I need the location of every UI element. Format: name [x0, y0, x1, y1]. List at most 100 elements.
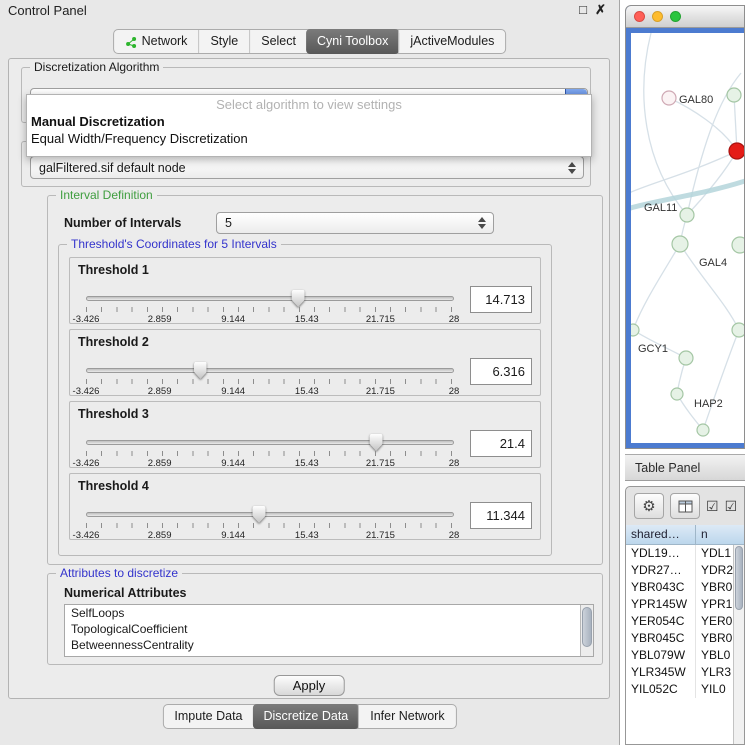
tab-discretize-data[interactable]: Discretize Data — [253, 704, 360, 729]
gear-icon: ⚙ — [642, 497, 655, 515]
slider-thumb[interactable] — [253, 506, 266, 523]
table-row[interactable]: YDR27…YDR2 — [626, 562, 744, 579]
table-data-combo[interactable]: galFiltered.sif default node — [30, 156, 584, 179]
threshold-slider[interactable]: -3.4262.8599.14415.4321.71528 — [80, 360, 460, 396]
table-cell: YDR27… — [626, 562, 696, 579]
slider-thumb[interactable] — [370, 434, 383, 451]
slider-scale-label: 28 — [449, 314, 460, 325]
threshold-value-box[interactable]: 14.713 — [470, 286, 532, 313]
slider-ticks — [86, 379, 454, 384]
node[interactable] — [672, 236, 688, 252]
tab-cyni-toolbox[interactable]: Cyni Toolbox — [306, 29, 399, 54]
group-title: Interval Definition — [56, 188, 157, 202]
slider-track[interactable] — [86, 296, 454, 301]
node[interactable] — [732, 323, 744, 337]
attribute-list-item[interactable]: BetweennessCentrality — [65, 637, 593, 653]
tab-jactivemodules[interactable]: jActiveModules — [398, 30, 505, 53]
threshold-panel: Threshold 1 14.713 -3.4262.8599.14415.43… — [69, 257, 541, 324]
table-row[interactable]: YIL052CYIL0 — [626, 681, 744, 698]
network-view-window: GAL80 GAL11 GAL4 GCY1 HAP2 — [625, 5, 745, 449]
chevron-up-icon — [478, 217, 486, 222]
dropdown-option-equal-width[interactable]: Equal Width/Frequency Discretization — [27, 130, 591, 147]
slider-scale-label: 28 — [449, 386, 460, 397]
node[interactable] — [697, 424, 709, 436]
table-row[interactable]: YPR145WYPR1 — [626, 596, 744, 613]
numerical-attributes-list[interactable]: SelfLoopsTopologicalCoefficientBetweenne… — [64, 604, 594, 657]
dropdown-option-manual[interactable]: Manual Discretization — [27, 113, 591, 130]
network-canvas[interactable]: GAL80 GAL11 GAL4 GCY1 HAP2 — [631, 33, 744, 443]
number-of-intervals-label: Number of Intervals — [64, 216, 181, 230]
combo-stepper — [475, 217, 493, 229]
selected-node[interactable] — [729, 143, 744, 159]
threshold-slider[interactable]: -3.4262.8599.14415.4321.71528 — [80, 504, 460, 540]
table-cell: YBR045C — [626, 630, 696, 647]
select-all-icon[interactable]: ☑ — [706, 498, 719, 515]
slider-scale-label: 21.715 — [366, 530, 395, 541]
table-body: YDL19…YDL1YDR27…YDR2YBR043CYBR0YPR145WYP… — [626, 545, 744, 698]
settings-gear-button[interactable]: ⚙ — [634, 493, 664, 519]
combo-value: galFiltered.sif default node — [39, 161, 186, 175]
threshold-label: Threshold 2 — [78, 335, 149, 349]
table-panel-toolbar: ⚙ ☑ ☑ — [626, 487, 744, 525]
table-row[interactable]: YBL079WYBL0 — [626, 647, 744, 664]
table-row[interactable]: YBR043CYBR0 — [626, 579, 744, 596]
tab-select[interactable]: Select — [249, 30, 307, 53]
attribute-list-item[interactable]: TopologicalCoefficient — [65, 621, 593, 637]
zoom-traffic-light-icon[interactable] — [670, 11, 681, 22]
slider-track[interactable] — [86, 440, 454, 445]
tab-network[interactable]: Network — [114, 30, 199, 53]
number-of-intervals-combo[interactable]: 5 — [216, 212, 494, 234]
threshold-slider[interactable]: -3.4262.8599.14415.4321.71528 — [80, 432, 460, 468]
tab-impute-data[interactable]: Impute Data — [163, 705, 253, 728]
slider-track[interactable] — [86, 512, 454, 517]
apply-button[interactable]: Apply — [274, 675, 345, 696]
table-panel-title: Table Panel — [635, 461, 700, 475]
slider-thumb[interactable] — [194, 362, 207, 379]
column-header-shared-name[interactable]: shared… — [626, 525, 696, 544]
table-row[interactable]: YLR345WYLR3 — [626, 664, 744, 681]
scrollbar-thumb[interactable] — [735, 546, 743, 610]
table-row[interactable]: YER054CYER0 — [626, 613, 744, 630]
node[interactable] — [679, 351, 693, 365]
table-row[interactable]: YDL19…YDL1 — [626, 545, 744, 562]
slider-ticks — [86, 451, 454, 456]
table-row[interactable]: YBR045CYBR0 — [626, 630, 744, 647]
algorithm-dropdown-list: Select algorithm to view settings Manual… — [26, 94, 592, 157]
discretization-algorithm-group: Discretization Algorithm Select algorith… — [21, 67, 591, 123]
tab-infer-network[interactable]: Infer Network — [358, 705, 455, 728]
tab-style[interactable]: Style — [198, 30, 249, 53]
threshold-slider[interactable]: -3.4262.8599.14415.4321.71528 — [80, 288, 460, 324]
slider-thumb[interactable] — [292, 290, 305, 307]
threshold-value-box[interactable]: 21.4 — [470, 430, 532, 457]
close-icon[interactable]: ✗ — [595, 2, 606, 18]
network-window-titlebar — [626, 6, 744, 28]
scrollbar-thumb[interactable] — [582, 607, 592, 647]
slider-track[interactable] — [86, 368, 454, 373]
node[interactable] — [671, 388, 683, 400]
node[interactable] — [727, 88, 741, 102]
threshold-value-box[interactable]: 11.344 — [470, 502, 532, 529]
node-label-hap2: HAP2 — [694, 398, 723, 410]
table-cell: YBL079W — [626, 647, 696, 664]
columns-button[interactable] — [670, 493, 700, 519]
attribute-list-item[interactable]: SelfLoops — [65, 605, 593, 621]
attributes-scrollbar[interactable] — [580, 605, 593, 656]
select-none-icon[interactable]: ☑ — [725, 498, 738, 515]
float-window-icon[interactable]: □ — [579, 2, 587, 17]
threshold-label: Threshold 1 — [78, 263, 149, 277]
table-scrollbar[interactable] — [733, 545, 744, 744]
node[interactable] — [631, 324, 639, 336]
node[interactable] — [732, 237, 744, 253]
node[interactable] — [662, 91, 676, 105]
table-header-row: shared… n — [626, 525, 744, 545]
slider-scale-label: 28 — [449, 530, 460, 541]
threshold-panel: Threshold 4 11.344 -3.4262.8599.14415.43… — [69, 473, 541, 540]
column-header-name[interactable]: n — [696, 525, 744, 544]
combo-value: 5 — [225, 216, 232, 230]
node[interactable] — [680, 208, 694, 222]
minimize-traffic-light-icon[interactable] — [652, 11, 663, 22]
tab-label: Style — [210, 30, 238, 53]
threshold-value-box[interactable]: 6.316 — [470, 358, 532, 385]
thresholds-group: Threshold's Coordinates for 5 Intervals … — [58, 244, 552, 556]
close-traffic-light-icon[interactable] — [634, 11, 645, 22]
